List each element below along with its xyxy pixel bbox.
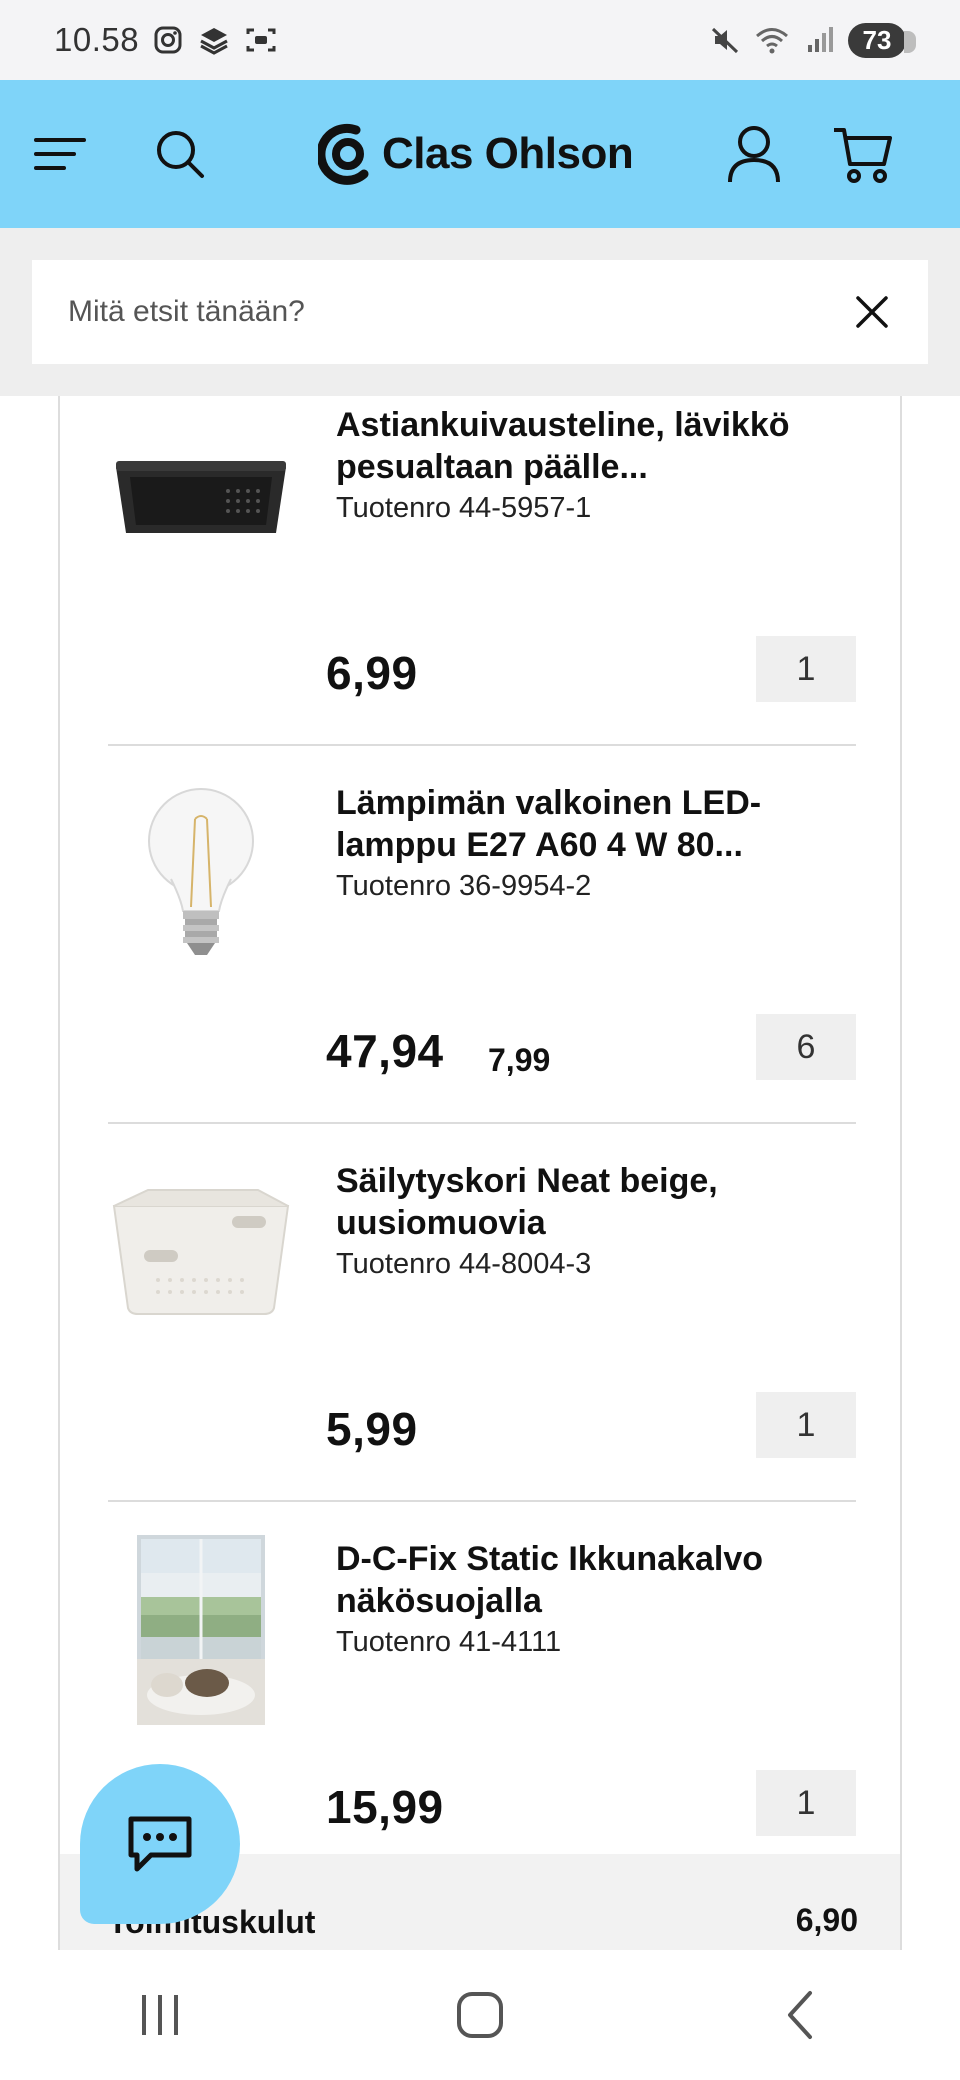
status-bar: 10.58 73 (0, 0, 960, 80)
chat-button[interactable] (80, 1764, 240, 1924)
cart-item: Astiankuivausteline, lävikkö pesualtaan … (108, 396, 856, 746)
brand-name: Clas Ohlson (382, 129, 634, 178)
search-input[interactable] (32, 260, 812, 364)
mute-icon (710, 25, 740, 55)
quantity-field[interactable]: 6 (756, 1014, 856, 1080)
recent-apps-icon[interactable] (100, 1975, 220, 2055)
account-icon[interactable] (722, 120, 786, 188)
item-title[interactable]: D-C-Fix Static Ikkunakalvo näkösuojalla (336, 1538, 836, 1622)
item-unit-price: 7,99 (488, 1042, 551, 1078)
status-time: 10.58 (54, 21, 140, 58)
cart-panel: Astiankuivausteline, lävikkö pesualtaan … (58, 396, 902, 1950)
item-sku: Tuotenro 44-5957-1 (336, 492, 592, 524)
quantity-field[interactable]: 1 (756, 1770, 856, 1836)
item-title[interactable]: Lämpimän valkoinen LED-lamppu E27 A60 4 … (336, 782, 836, 866)
search-icon[interactable] (150, 124, 210, 184)
cart-icon[interactable] (828, 120, 898, 188)
led-bulb-image[interactable] (108, 776, 294, 972)
instagram-icon (153, 25, 183, 55)
battery-indicator: 73 (848, 22, 916, 58)
item-sku: Tuotenro 36-9954-2 (336, 870, 592, 902)
back-icon[interactable] (740, 1975, 860, 2055)
item-price: 15,99 (326, 1781, 444, 1833)
wifi-icon (754, 25, 790, 55)
site-header: Clas Ohlson (0, 80, 960, 228)
brand-logo[interactable]: Clas Ohlson (318, 118, 634, 190)
search-box (32, 260, 928, 364)
page: 10.58 73 Clas Ohlson Mitä etsit tänään? … (0, 0, 960, 2080)
brand-logo-icon (318, 123, 369, 185)
quantity-field[interactable]: 1 (756, 1392, 856, 1458)
window-film-image[interactable] (108, 1532, 294, 1728)
home-icon[interactable] (420, 1975, 540, 2055)
system-nav-bar (0, 1950, 960, 2080)
close-icon[interactable] (850, 290, 894, 334)
signal-icon (804, 25, 834, 55)
stack-icon (197, 25, 231, 55)
quantity-field[interactable]: 1 (756, 636, 856, 702)
item-price: 6,99 (326, 647, 418, 699)
chat-icon (128, 1816, 192, 1872)
item-price: 5,99 (326, 1403, 418, 1455)
cart-item: Lämpimän valkoinen LED-lamppu E27 A60 4 … (108, 746, 856, 1124)
item-title[interactable]: Astiankuivausteline, lävikkö pesualtaan … (336, 404, 836, 488)
screenshot-icon (245, 25, 277, 55)
shipping-value: 6,90 (795, 1902, 858, 1938)
search-area (0, 228, 960, 396)
cart-item: Säilytyskori Neat beige, uusiomuovia Tuo… (108, 1124, 856, 1502)
item-sku: Tuotenro 44-8004-3 (336, 1248, 592, 1280)
item-sku: Tuotenro 41-4111 (336, 1626, 562, 1658)
storage-basket-image[interactable] (108, 1154, 294, 1350)
dish-rack-image[interactable] (108, 398, 294, 594)
menu-icon[interactable] (30, 124, 90, 184)
item-title[interactable]: Säilytyskori Neat beige, uusiomuovia (336, 1160, 836, 1244)
item-price: 47,94 (326, 1025, 444, 1077)
